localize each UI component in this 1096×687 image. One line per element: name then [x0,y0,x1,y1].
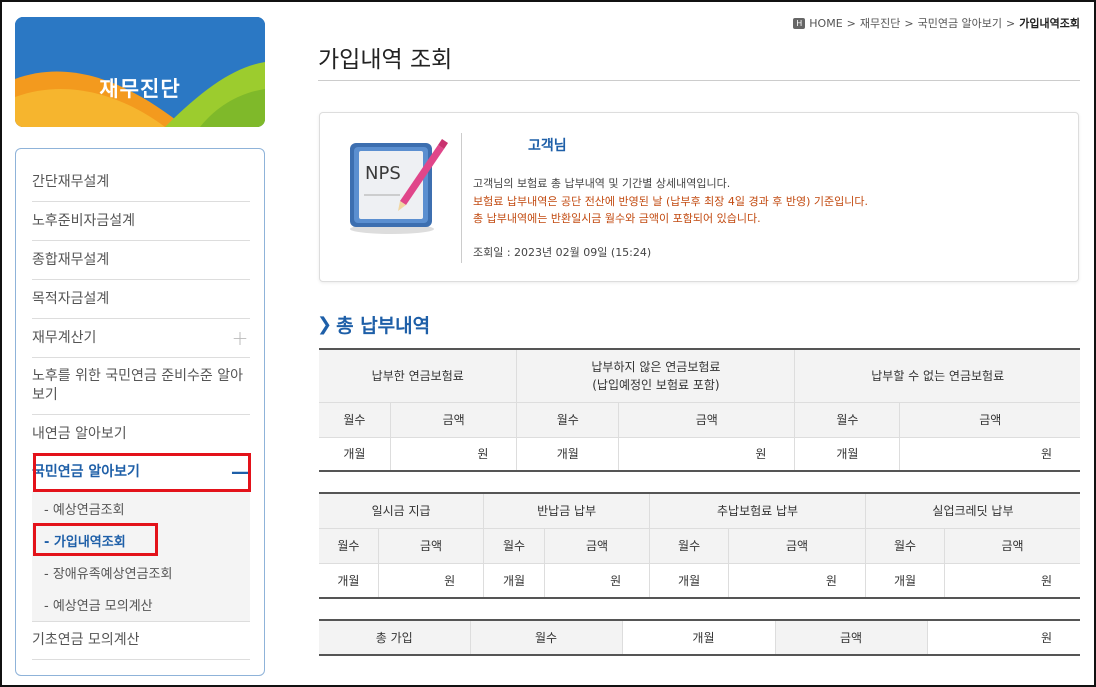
table-header: 금액 [775,620,928,656]
sidebar-menu: 간단재무설계 노후준비자금설계 종합재무설계 목적자금설계 재무계산기 + 노후를… [15,148,265,676]
table-cell: 개월 [483,563,545,599]
sidebar-item-label: 종합재무설계 [32,251,110,268]
submenu-item-expected-pension[interactable]: - 예상연금조회 [44,499,125,518]
sidebar-item-pension-readiness[interactable]: 노후를 위한 국민연금 준비수준 알아보기 [32,358,250,415]
table-group-header: 납부하지 않은 연금보험료 (납입예정인 보험료 포함) [516,349,796,403]
sidebar-item-label: 목적자금설계 [32,290,110,307]
table-group-header: 납부할 수 없는 연금보험료 [794,349,1080,403]
table-row: 개월 원 개월 원 개월 원 개월 원 [319,563,1080,599]
table-cell: 개월 [319,437,391,472]
sidebar-item-retirement-fund[interactable]: 노후준비자금설계 [32,202,250,241]
sidebar-item-label: 간단재무설계 [32,173,110,190]
home-icon: H [793,17,806,29]
sidebar-item-label: 노후준비자금설계 [32,212,136,229]
title-divider [318,80,1080,81]
table-group-header: 반납금 납부 [483,493,651,529]
nps-document-icon: NPS [350,139,448,234]
sidebar-item-label: 기초연금 모의계산 [32,632,140,648]
sidebar-item-basic-pension[interactable]: 기초연금 모의계산 [32,621,250,660]
info-notice: 총 납부내역에는 반환일시금 월수와 금액이 포함되어 있습니다. [473,212,761,225]
breadcrumb-home[interactable]: HOME [809,17,842,30]
highlight-box-national-pension [33,453,251,492]
plus-icon: + [231,325,249,350]
table-row: 개월 원 개월 원 개월 원 [319,437,1080,472]
submenu-panel: - 예상연금조회 - 가입내역조회 - 장애유족예상연금조회 - 예상연금 모의… [32,491,250,621]
table-cell: 개월 [622,620,776,656]
table-header: 월수 [516,402,620,438]
table-header: 금액 [378,528,485,564]
table-cell: 원 [544,563,651,599]
chevron-right-icon: ❯ [317,314,333,335]
table-cell: 원 [390,437,518,472]
query-date: 조회일 : 2023년 02월 09일 (15:24) [473,246,652,259]
breadcrumb: H HOME > 재무진단 > 국민연금 알아보기 > 가입내역조회 [793,15,1080,31]
breadcrumb-separator: > [904,16,914,30]
breadcrumb-separator: > [1006,16,1016,30]
table-header: 금액 [944,528,1080,564]
table-header: 금액 [728,528,866,564]
sidebar-item-my-pension[interactable]: 내연금 알아보기 [32,415,250,454]
sidebar-item-comprehensive-plan[interactable]: 종합재무설계 [32,241,250,280]
table-cell: 원 [728,563,866,599]
table-group-header: 실업크레딧 납부 [865,493,1080,529]
total-subscription-table: 총 가입 월수 개월 금액 원 [319,619,1080,656]
table-cell: 개월 [649,563,730,599]
info-divider [461,133,462,263]
table-cell: 개월 [794,437,901,472]
table-group-header: 추납보험료 납부 [649,493,866,529]
highlight-box-subscription-history [33,523,158,556]
breadcrumb-item[interactable]: 재무진단 [860,15,900,31]
table-header: 금액 [390,402,518,438]
sidebar-item-label: 내연금 알아보기 [32,425,127,442]
table-cell: 원 [618,437,796,472]
table-header: 금액 [544,528,651,564]
table-header: 월수 [483,528,545,564]
table-group-header: 일시금 지급 [319,493,485,529]
nps-logo-text: NPS [365,163,401,184]
breadcrumb-current: 가입내역조회 [1019,17,1080,30]
sidebar-banner-title: 재무진단 [99,77,181,101]
table-header: 월수 [319,402,391,438]
table-cell: 원 [944,563,1080,599]
page-title: 가입내역 조회 [318,47,453,73]
table-header: 금액 [618,402,796,438]
submenu-item-pension-simulation[interactable]: - 예상연금 모의계산 [44,595,153,614]
breadcrumb-item[interactable]: 국민연금 알아보기 [918,15,1002,31]
breadcrumb-separator: > [846,16,856,30]
table-header: 월수 [649,528,730,564]
submenu-item-disability-survivor[interactable]: - 장애유족예상연금조회 [44,563,172,582]
sidebar-item-purpose-fund[interactable]: 목적자금설계 [32,280,250,319]
section-title: ❯ 총 납부내역 [317,311,430,338]
table-cell: 원 [378,563,485,599]
info-text: 고객님의 보험료 총 납부내역 및 기간별 상세내역입니다. [473,177,731,190]
table-cell: 개월 [865,563,946,599]
table-row: 총 가입 월수 개월 금액 원 [319,620,1080,656]
customer-name: 고객님 [528,138,567,154]
table-cell: 원 [927,620,1080,656]
table-header: 금액 [899,402,1080,438]
payment-table: 납부한 연금보험료 납부하지 않은 연금보험료 (납입예정인 보험료 포함) 납… [319,348,1080,472]
table-cell: 원 [899,437,1080,472]
sidebar-item-label: 재무계산기 [32,329,97,346]
table-header: 총 가입 [319,620,471,656]
sidebar-item-simple-plan[interactable]: 간단재무설계 [32,163,250,202]
sidebar-item-label: 노후를 위한 국민연금 준비수준 알아보기 [32,368,243,403]
sidebar-banner: 재무진단 [15,17,265,127]
table-group-header: 납부한 연금보험료 [319,349,518,403]
table-header: 월수 [865,528,946,564]
table-cell: 개월 [319,563,379,599]
special-payment-table: 일시금 지급 반납금 납부 추납보험료 납부 실업크레딧 납부 월수 금액 월수… [319,492,1080,599]
table-cell: 개월 [516,437,620,472]
section-title-label: 총 납부내역 [336,315,431,337]
info-notice: 보험료 납부내역은 공단 전산에 반영된 날 (납부후 최장 4일 경과 후 반… [473,195,868,208]
table-header: 월수 [470,620,623,656]
sidebar-item-calculator[interactable]: 재무계산기 + [32,319,250,358]
table-header: 월수 [794,402,901,438]
table-header: 월수 [319,528,379,564]
info-panel: NPS 고객님 고객님의 보험료 총 납부내역 및 기간별 상세내역입니다. 보… [319,112,1079,282]
